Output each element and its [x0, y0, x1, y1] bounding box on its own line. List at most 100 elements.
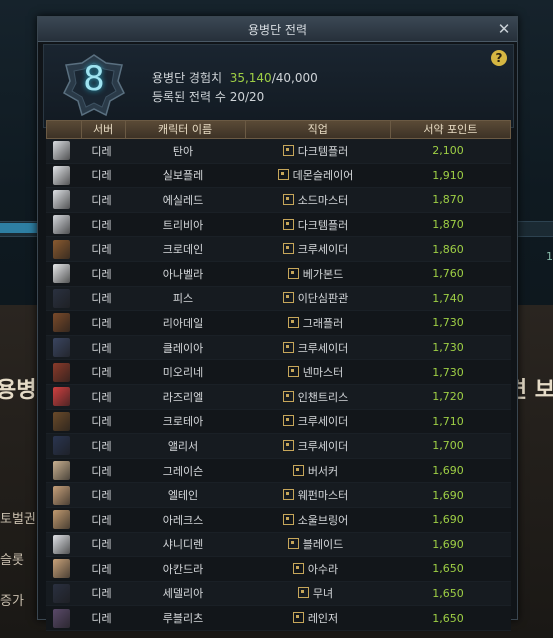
job-cell: 그래플러: [243, 315, 388, 331]
table-row[interactable]: 디레 리아데일 그래플러 1,730: [46, 311, 511, 336]
table-row[interactable]: 디레 앨리서 크루세이더 1,700: [46, 434, 511, 459]
help-icon[interactable]: ?: [491, 50, 507, 66]
character-name-cell: 세델리아: [162, 587, 204, 601]
job-icon: [287, 366, 299, 378]
job-name: 다크템플러: [297, 218, 349, 232]
avatar: [53, 485, 70, 505]
character-name-cell: 실보플레: [162, 169, 204, 183]
table-row[interactable]: 디레 아레크스 소울브링어 1,690: [46, 507, 511, 533]
table-row[interactable]: 디레 루블리츠 레인저 1,650: [46, 606, 511, 631]
table-row[interactable]: 디레 탄아 다크템플러 2,100: [46, 139, 511, 164]
job-icon: [282, 390, 294, 402]
server-cell: 디레: [91, 415, 112, 429]
server-cell: 디레: [91, 267, 112, 281]
mercenary-summary: 8 용병단 경험치 35,140/40,000 등록된 전력 수 20/20 ?: [43, 44, 514, 128]
job-icon: [292, 464, 304, 476]
character-table: 서버 캐릭터 이름 직업 서약 포인트 디레 탄아 다크템플러 2,100 디레 실보플레…: [46, 120, 511, 631]
close-icon[interactable]: ✕: [495, 20, 513, 38]
job-cell: 웨펀마스터: [243, 487, 388, 503]
table-row[interactable]: 디레 에실레드 소드마스터 1,870: [46, 188, 511, 213]
avatar-cell: [46, 534, 80, 554]
table-row[interactable]: 디레 피스 이단심판관 1,740: [46, 286, 511, 312]
avatar: [53, 313, 70, 333]
table-row[interactable]: 디레 미오리네 넨마스터 1,730: [46, 360, 511, 385]
server-cell: 디레: [91, 612, 112, 626]
table-row[interactable]: 디레 엘테인 웨펀마스터 1,690: [46, 483, 511, 508]
character-name-cell: 탄아: [172, 144, 194, 158]
oath-points-cell: 1,690: [432, 464, 464, 478]
job-name: 베가본드: [302, 267, 344, 281]
oath-points-cell: 1,650: [432, 562, 464, 576]
avatar: [53, 436, 70, 456]
table-row[interactable]: 디레 그레이슨 버서커 1,690: [46, 458, 511, 484]
oath-points-cell: 1,710: [432, 414, 464, 428]
mercenary-level: 8: [83, 59, 105, 99]
character-name-cell: 루블리츠: [162, 612, 204, 626]
job-name: 크루세이더: [297, 243, 349, 257]
table-row[interactable]: 디레 샤니디렌 블레이드 1,690: [46, 532, 511, 558]
job-cell: 크루세이더: [243, 340, 388, 356]
table-row[interactable]: 디레 크로테아 크루세이더 1,710: [46, 409, 511, 435]
avatar-cell: [46, 264, 80, 284]
background-item-1: 토벌권: [0, 512, 36, 527]
avatar: [53, 608, 70, 628]
server-cell: 디레: [91, 513, 112, 527]
avatar-cell: [46, 165, 80, 185]
job-name: 소드마스터: [297, 193, 349, 207]
server-cell: 디레: [91, 169, 112, 183]
exp-current: 35,140: [229, 71, 272, 85]
job-icon: [282, 415, 294, 427]
job-cell: 다크템플러: [243, 143, 388, 159]
job-name: 무녀: [312, 587, 334, 601]
exp-max: /40,000: [271, 71, 318, 85]
avatar-cell: [46, 461, 80, 481]
avatar: [53, 387, 70, 407]
avatar-cell: [46, 559, 80, 579]
avatar-cell: [46, 485, 80, 505]
job-cell: 크루세이더: [243, 438, 388, 454]
server-cell: 디레: [91, 366, 112, 380]
table-row[interactable]: 디레 라즈리엘 인챈트리스 1,720: [46, 384, 511, 410]
table-row[interactable]: 디레 실보플레 데몬슬레이어 1,910: [46, 163, 511, 189]
registered-row: 등록된 전력 수 20/20: [152, 88, 318, 107]
character-name-cell: 샤니디렌: [162, 538, 204, 552]
avatar: [53, 362, 70, 382]
character-name-cell: 아칸드라: [162, 562, 204, 576]
job-name: 크루세이더: [297, 341, 349, 355]
character-name-cell: 엘테인: [167, 489, 199, 503]
window-titlebar[interactable]: 용병단 전력 ✕: [38, 17, 517, 42]
column-avatar: [47, 121, 82, 138]
job-icon: [282, 193, 294, 205]
job-name: 아수라: [307, 562, 339, 576]
table-row[interactable]: 디레 세델리아 무녀 1,650: [46, 581, 511, 607]
table-row[interactable]: 디레 클레이아 크루세이더 1,730: [46, 335, 511, 361]
exp-label: 용병단 경험치: [152, 71, 223, 85]
table-row[interactable]: 디레 아나벨라 베가본드 1,760: [46, 261, 511, 287]
server-cell: 디레: [91, 292, 112, 306]
avatar: [53, 239, 70, 259]
avatar: [53, 461, 70, 481]
job-name: 그래플러: [302, 316, 344, 330]
avatar-cell: [46, 338, 80, 358]
job-cell: 데몬슬레이어: [243, 167, 388, 183]
job-icon: [282, 144, 294, 156]
server-cell: 디레: [91, 390, 112, 404]
server-cell: 디레: [91, 464, 112, 478]
table-row[interactable]: 디레 크로데인 크루세이더 1,860: [46, 237, 511, 262]
table-row[interactable]: 디레 아칸드라 아수라 1,650: [46, 557, 511, 582]
character-name-cell: 크로데인: [162, 243, 204, 257]
table-row[interactable]: 디레 트리비아 다크템플러 1,870: [46, 212, 511, 238]
character-name-cell: 리아데일: [162, 316, 204, 330]
job-name: 크루세이더: [297, 415, 349, 429]
server-cell: 디레: [91, 538, 112, 552]
background-item-3: 증가: [0, 594, 24, 609]
server-cell: 디레: [91, 218, 112, 232]
job-name: 이단심판관: [297, 292, 349, 306]
job-cell: 넨마스터: [243, 364, 388, 380]
column-oath-points: 서약 포인트: [423, 123, 478, 136]
job-icon: [287, 267, 299, 279]
job-icon: [282, 513, 294, 525]
oath-points-cell: 1,690: [432, 513, 464, 527]
job-cell: 블레이드: [243, 536, 388, 552]
avatar-cell: [46, 436, 80, 456]
